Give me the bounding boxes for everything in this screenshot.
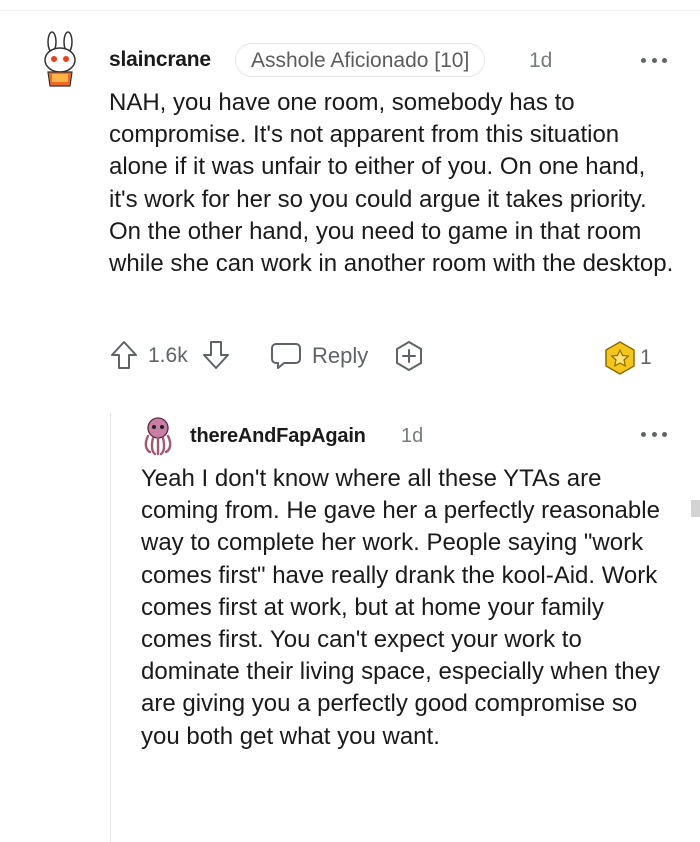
timestamp: 1d <box>529 49 553 72</box>
scrollbar-handle[interactable] <box>691 500 700 517</box>
gold-award-icon[interactable] <box>604 341 636 375</box>
more-options-icon[interactable] <box>641 56 667 64</box>
reply-body: Yeah I don't know where all these YTAs a… <box>141 465 660 750</box>
chat-bubble-icon <box>271 343 301 369</box>
reply-label: Reply <box>312 343 369 368</box>
user-flair: Asshole Aficionado [10] <box>235 43 486 77</box>
reply-user-avatar[interactable] <box>140 414 176 456</box>
vote-score: 1.6k <box>148 344 188 367</box>
reply-more-options-icon[interactable] <box>641 430 667 438</box>
reply-username[interactable]: thereAndFapAgain <box>190 425 366 448</box>
add-award-icon[interactable] <box>393 340 425 372</box>
comment-body: NAH, you have one room, somebody has to … <box>109 89 674 278</box>
username[interactable]: slaincrane <box>109 48 211 72</box>
upvote-icon[interactable] <box>110 340 138 370</box>
top-divider <box>0 10 700 11</box>
downvote-icon[interactable] <box>202 340 230 370</box>
reply-button[interactable]: Reply <box>270 339 368 373</box>
award-count: 1 <box>640 346 652 369</box>
user-avatar[interactable] <box>38 30 86 94</box>
thread-line[interactable] <box>110 413 111 842</box>
reply-timestamp: 1d <box>401 425 424 447</box>
